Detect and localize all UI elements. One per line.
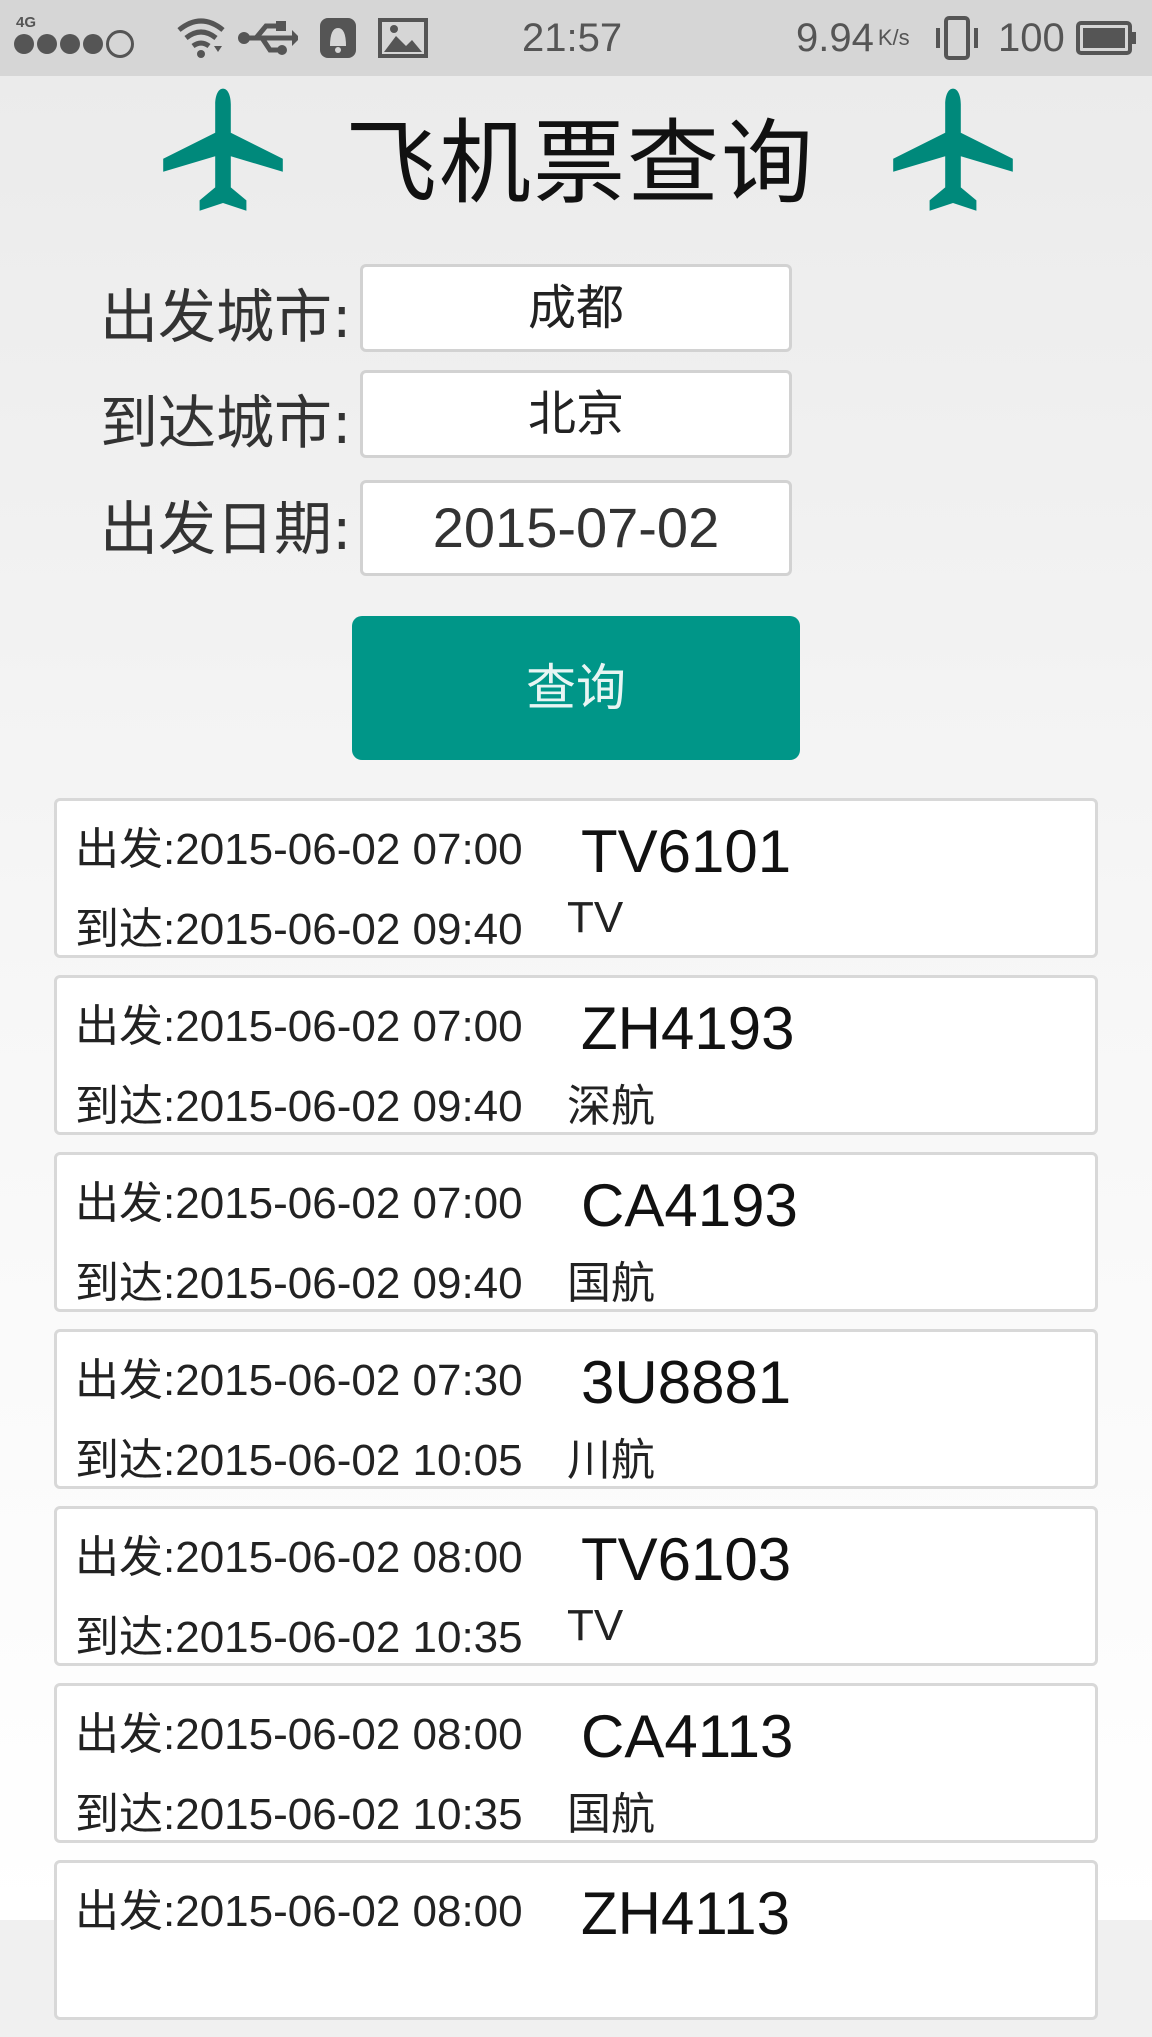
flight-item[interactable]: 出发:2015-06-02 08:00 TV6103 到达:2015-06-02 1… — [54, 1506, 1098, 1666]
arrival-time: 到达:2015-06-02 10:35 — [75, 1613, 523, 1662]
arrival-city-label: 到达城市: — [100, 389, 352, 457]
flight-item[interactable]: 出发:2015-06-02 07:00 TV6101 到达:2015-06-02 0… — [54, 798, 1098, 958]
airline-name: 国航 — [567, 1259, 655, 1308]
app-content: 飞机票查询 出发城市: 成都 到达城市: 北京 出发日期: 2015-07-02… — [0, 76, 1152, 2020]
arrival-time: 到达:2015-06-02 09:40 — [75, 1259, 523, 1308]
gallery-icon — [378, 0, 428, 76]
airline-name: 川航 — [567, 1436, 655, 1485]
flight-number: 3U8881 — [581, 1349, 792, 1416]
flight-number: TV6103 — [581, 1526, 792, 1593]
flight-item[interactable]: 出发:2015-06-02 07:00 CA4193 到达:2015-06-02 0… — [54, 1152, 1098, 1312]
departure-city-row: 出发城市: 成都 — [0, 264, 1152, 360]
arrival-time: 到达:2015-06-02 09:40 — [75, 1082, 523, 1131]
departure-date-row: 出发日期: 2015-07-02 — [0, 476, 1152, 576]
airline-name: TV — [567, 893, 624, 942]
status-bar: 4G 21:57 9.94 K/s 100 — [0, 0, 1152, 76]
search-button[interactable]: 查询 — [352, 616, 800, 760]
arrival-city-input[interactable]: 北京 — [360, 370, 792, 458]
airline-name: 深航 — [567, 1082, 655, 1131]
battery-level: 100 — [998, 15, 1065, 60]
departure-time: 出发:2015-06-02 07:00 — [75, 825, 523, 874]
arrival-city-row: 到达城市: 北京 — [0, 370, 1152, 466]
wifi-icon — [176, 0, 226, 76]
departure-city-label: 出发城市: — [100, 283, 352, 351]
network-speed: 9.94 K/s — [796, 0, 910, 76]
usb-icon — [238, 0, 298, 76]
departure-date-label: 出发日期: — [100, 495, 352, 563]
departure-time: 出发:2015-06-02 07:00 — [75, 1002, 523, 1051]
flight-number: ZH4113 — [581, 1880, 791, 1947]
airplane-icon — [163, 88, 283, 211]
arrival-time: 到达:2015-06-02 10:05 — [75, 1436, 523, 1485]
flight-item[interactable]: 出发:2015-06-02 07:00 ZH4193 到达:2015-06-02 0… — [54, 975, 1098, 1135]
departure-time: 出发:2015-06-02 08:00 — [75, 1533, 523, 1582]
departure-time: 出发:2015-06-02 08:00 — [75, 1710, 523, 1759]
notification-icon — [318, 0, 358, 76]
signal-icon: 4G — [14, 0, 134, 76]
flight-list: 出发:2015-06-02 07:00 TV6101 到达:2015-06-02 0… — [54, 798, 1098, 2037]
flight-item[interactable]: 出发:2015-06-02 08:00 ZH4113 — [54, 1860, 1098, 2020]
speed-unit: K/s — [877, 25, 910, 50]
departure-city-input[interactable]: 成都 — [360, 264, 792, 352]
flight-number: CA4193 — [581, 1172, 798, 1239]
departure-time: 出发:2015-06-02 07:00 — [75, 1179, 523, 1228]
arrival-time: 到达:2015-06-02 09:40 — [75, 905, 523, 954]
battery-icon — [1076, 0, 1138, 76]
network-type: 4G — [16, 14, 37, 31]
airline-name: TV — [567, 1601, 624, 1650]
header: 飞机票查询 — [0, 76, 1152, 226]
flight-number: CA4113 — [581, 1703, 794, 1770]
arrival-time: 到达:2015-06-02 10:35 — [75, 1790, 523, 1839]
speed-value: 9.94 — [796, 15, 874, 60]
departure-time: 出发:2015-06-02 07:30 — [75, 1356, 523, 1405]
departure-date-input[interactable]: 2015-07-02 — [360, 480, 792, 576]
vibrate-icon — [932, 0, 982, 76]
airplane-icon — [893, 88, 1013, 211]
page-title: 飞机票查询 — [344, 110, 815, 217]
flight-number: TV6101 — [581, 818, 792, 885]
flight-number: ZH4193 — [581, 995, 795, 1062]
clock: 21:57 — [522, 15, 623, 60]
airline-name: 国航 — [567, 1790, 655, 1839]
departure-time: 出发:2015-06-02 08:00 — [75, 1887, 523, 1936]
flight-item[interactable]: 出发:2015-06-02 08:00 CA4113 到达:2015-06-02 1… — [54, 1683, 1098, 1843]
flight-item[interactable]: 出发:2015-06-02 07:30 3U8881 到达:2015-06-02 1… — [54, 1329, 1098, 1489]
